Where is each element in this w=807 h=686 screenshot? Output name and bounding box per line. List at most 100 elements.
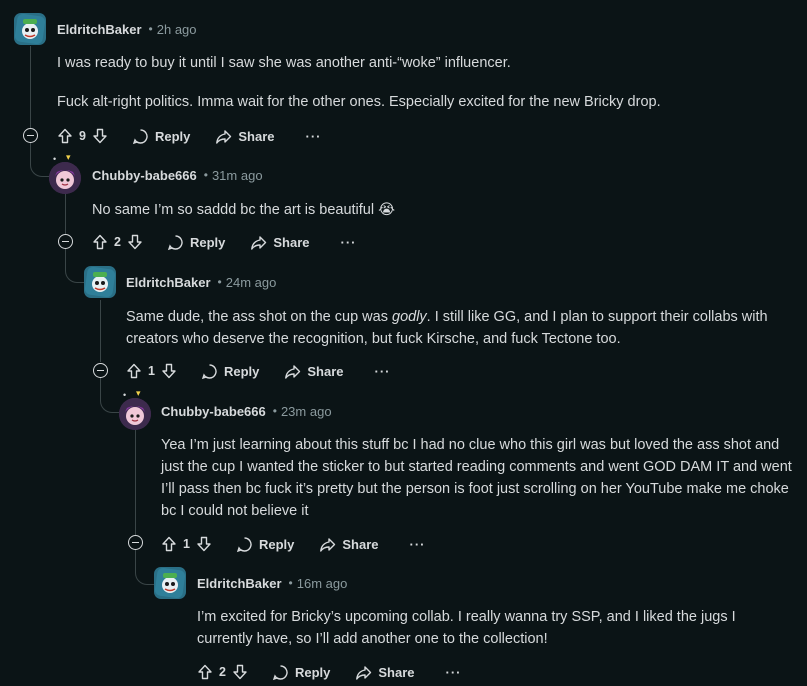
reply-button[interactable]: Reply <box>201 363 259 380</box>
share-label: Share <box>273 234 310 250</box>
more-options-button[interactable]: ··· <box>446 665 462 680</box>
downvote-icon <box>93 128 107 144</box>
share-icon <box>251 235 267 250</box>
snoo-avatar-icon <box>84 266 116 298</box>
comment-emphasis: godly <box>392 309 427 325</box>
collapse-thread-button[interactable] <box>58 234 73 249</box>
separator-dot: • <box>288 576 293 590</box>
reply-button[interactable]: Reply <box>236 536 294 553</box>
reply-label: Reply <box>258 536 295 552</box>
vote-count: 9 <box>79 129 86 143</box>
downvote-icon <box>197 536 211 552</box>
comment-text: No same I’m so saddd bc the art is beaut… <box>92 202 375 218</box>
avatar-flair-icon: ▾ <box>136 388 141 398</box>
upvote-button[interactable] <box>197 664 213 680</box>
vote-count: 2 <box>114 235 121 249</box>
share-label: Share <box>342 536 379 552</box>
comment-paragraph: Fuck alt-right politics. Imma wait for t… <box>57 94 661 110</box>
downvote-icon <box>128 234 142 250</box>
comment-body: I’m excited for Bricky’s upcoming collab… <box>197 606 777 650</box>
avatar[interactable] <box>14 13 46 45</box>
share-button[interactable]: Share <box>250 234 310 251</box>
reply-button[interactable]: Reply <box>167 234 225 251</box>
downvote-icon <box>233 664 247 680</box>
comment-text: Same dude, the ass shot on the cup was <box>126 309 392 325</box>
snoo-avatar-icon <box>119 398 151 430</box>
share-icon <box>320 537 336 552</box>
downvote-button[interactable] <box>127 234 143 250</box>
vote-count: 2 <box>219 665 226 679</box>
snoo-avatar-icon <box>154 567 186 599</box>
upvote-button[interactable] <box>126 363 142 379</box>
upvote-icon <box>93 234 107 250</box>
collapse-thread-button[interactable] <box>128 535 143 550</box>
avatar[interactable] <box>154 567 186 599</box>
comment-timestamp[interactable]: 31m ago <box>212 168 263 183</box>
downvote-button[interactable] <box>161 363 177 379</box>
separator-dot: • <box>148 22 153 36</box>
collapse-thread-button[interactable] <box>23 128 38 143</box>
comment-author[interactable]: EldritchBaker <box>57 22 142 37</box>
upvote-button[interactable] <box>92 234 108 250</box>
snoo-avatar-icon <box>14 13 46 45</box>
reply-label: Reply <box>154 128 191 144</box>
downvote-button[interactable] <box>92 128 108 144</box>
reply-bubble-icon <box>132 128 148 144</box>
comment-author[interactable]: Chubby-babe666 <box>161 404 266 419</box>
avatar-flair-icon: ▾ <box>66 152 71 162</box>
comment-author[interactable]: EldritchBaker <box>197 576 282 591</box>
avatar[interactable] <box>84 266 116 298</box>
upvote-icon <box>127 363 141 379</box>
separator-dot: • <box>203 168 208 182</box>
upvote-button[interactable] <box>57 128 73 144</box>
downvote-button[interactable] <box>232 664 248 680</box>
comment-body: I was ready to buy it until I saw she wa… <box>57 52 797 113</box>
separator-dot: • <box>272 404 277 418</box>
separator-dot: • <box>217 275 222 289</box>
comment-timestamp[interactable]: 24m ago <box>226 275 277 290</box>
comment-timestamp[interactable]: 16m ago <box>297 576 348 591</box>
share-label: Share <box>238 128 275 144</box>
share-icon <box>216 129 232 144</box>
reply-label: Reply <box>223 363 260 379</box>
comment-actions: 2 Reply Share ··· <box>92 230 357 254</box>
share-button[interactable]: Share <box>355 664 415 681</box>
comment-body: No same I’m so saddd bc the art is beaut… <box>92 199 792 221</box>
reply-button[interactable]: Reply <box>272 664 330 681</box>
comment-author[interactable]: Chubby-babe666 <box>92 168 197 183</box>
downvote-icon <box>162 363 176 379</box>
reply-bubble-icon <box>167 234 183 250</box>
avatar[interactable] <box>49 162 81 194</box>
vote-count: 1 <box>183 537 190 551</box>
downvote-button[interactable] <box>196 536 212 552</box>
reply-bubble-icon <box>201 363 217 379</box>
share-button[interactable]: Share <box>319 536 379 553</box>
comment-body: Yea I’m just learning about this stuff b… <box>161 434 801 522</box>
more-options-button[interactable]: ··· <box>410 537 426 552</box>
share-icon <box>356 665 372 680</box>
snoo-avatar-icon <box>49 162 81 194</box>
avatar-flair-icon: • <box>53 154 57 164</box>
more-options-button[interactable]: ··· <box>375 364 391 379</box>
comment-actions: 1 Reply Share ··· <box>161 532 426 556</box>
avatar[interactable] <box>119 398 151 430</box>
comment-paragraph: I was ready to buy it until I saw she wa… <box>57 55 511 71</box>
share-label: Share <box>307 363 344 379</box>
collapse-thread-button[interactable] <box>93 363 108 378</box>
reply-label: Reply <box>189 234 226 250</box>
share-button[interactable]: Share <box>215 128 275 145</box>
comment-actions: 9 Reply Share ··· <box>57 124 322 148</box>
comment-timestamp[interactable]: 23m ago <box>281 404 332 419</box>
comment-timestamp[interactable]: 2h ago <box>157 22 197 37</box>
share-label: Share <box>378 664 415 680</box>
reply-bubble-icon <box>236 536 252 552</box>
upvote-button[interactable] <box>161 536 177 552</box>
more-options-button[interactable]: ··· <box>341 235 357 250</box>
share-button[interactable]: Share <box>284 363 344 380</box>
vote-count: 1 <box>148 364 155 378</box>
more-options-button[interactable]: ··· <box>306 129 322 144</box>
comment-author[interactable]: EldritchBaker <box>126 275 211 290</box>
emoji: 😭 <box>378 202 396 218</box>
upvote-icon <box>58 128 72 144</box>
reply-button[interactable]: Reply <box>132 128 190 145</box>
